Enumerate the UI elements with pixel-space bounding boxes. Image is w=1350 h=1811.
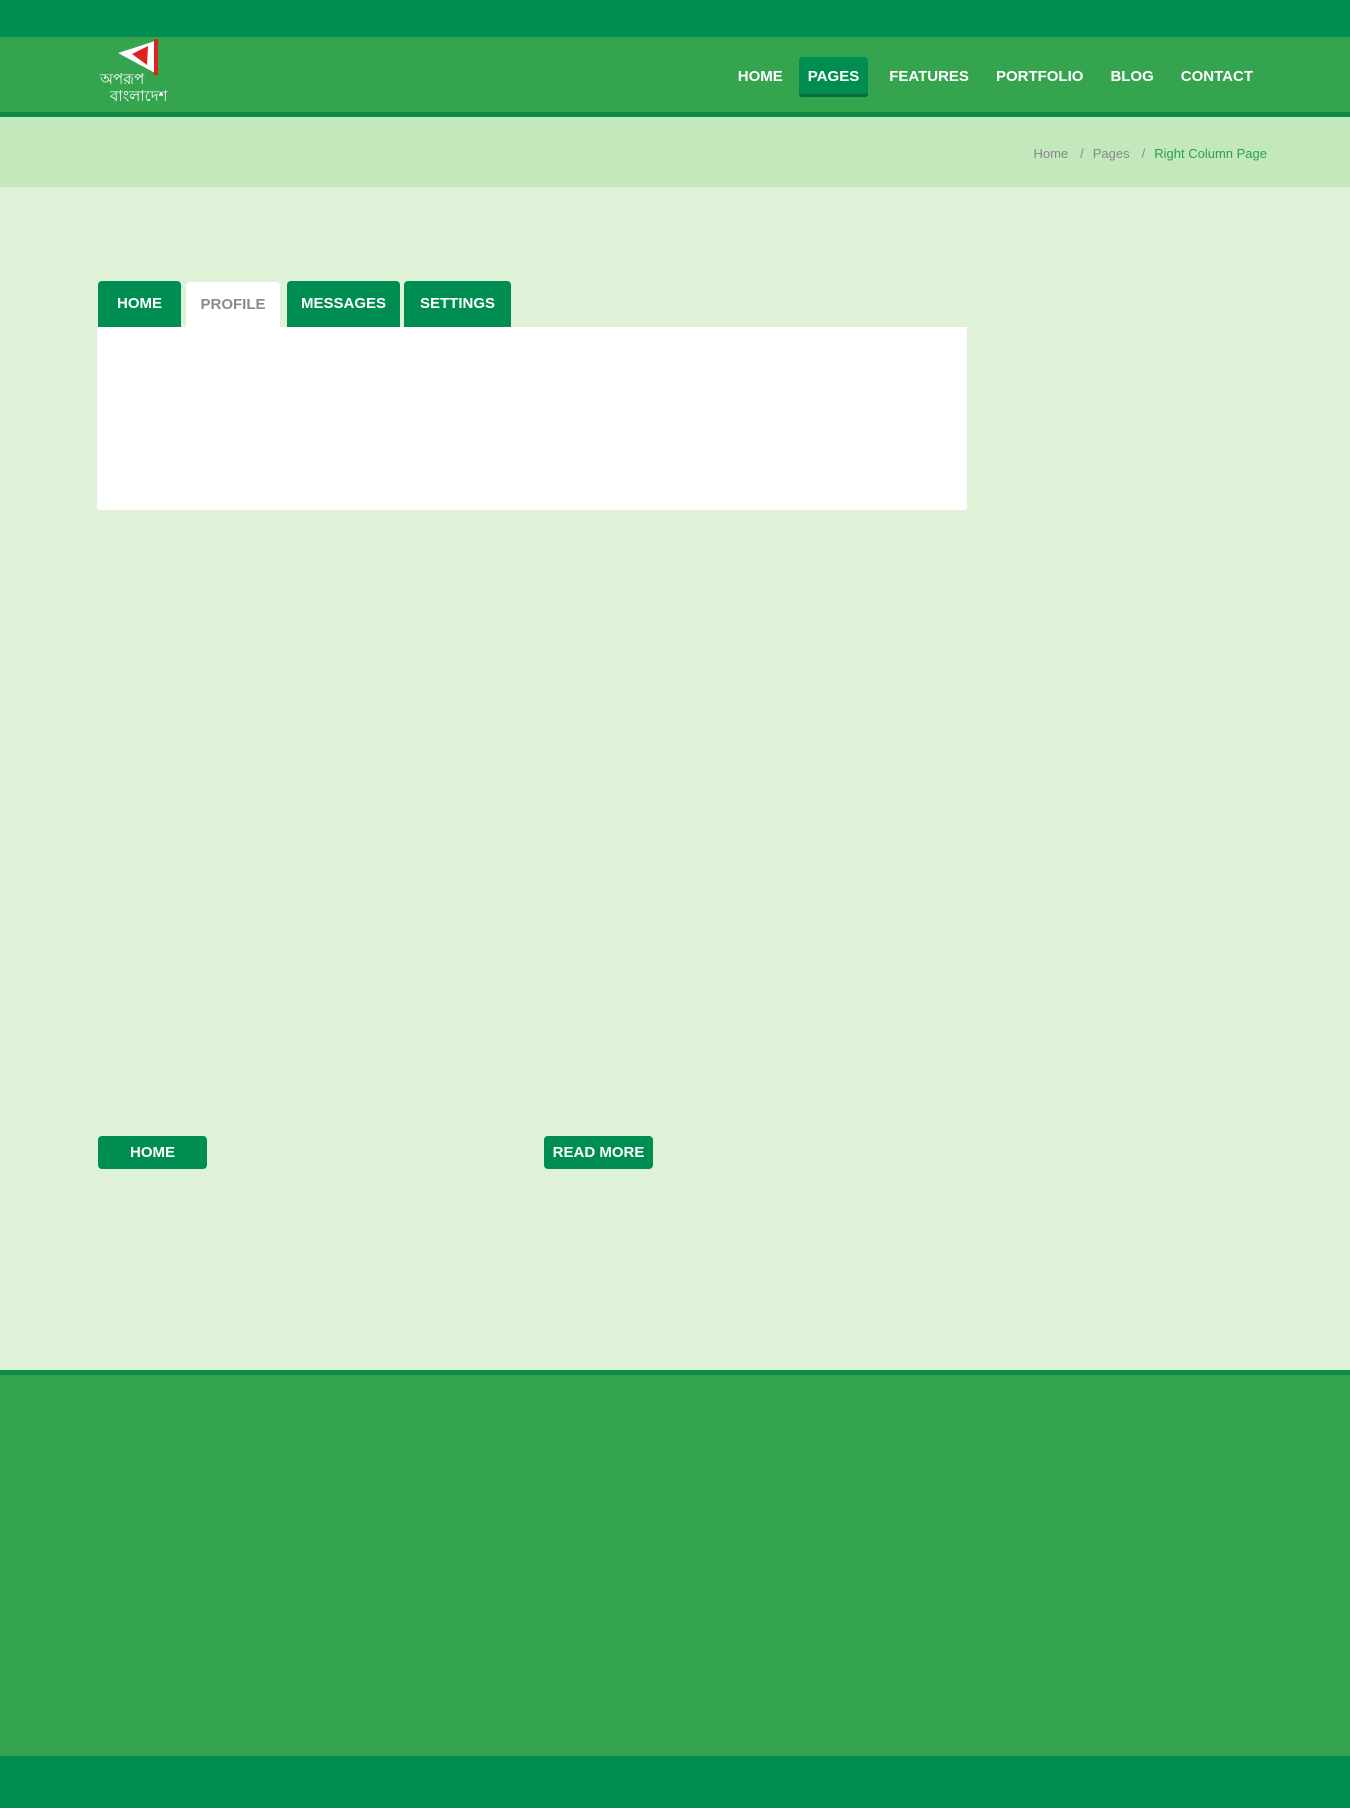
site-logo[interactable]: অপরূপ বাংলাদেশ <box>100 37 178 111</box>
breadcrumb-home[interactable]: Home <box>1033 146 1068 161</box>
breadcrumb-separator: / <box>1141 146 1146 161</box>
bottom-bar <box>0 1756 1350 1808</box>
main-nav: HOME PAGES FEATURES PORTFOLIO BLOG CONTA… <box>721 57 1263 97</box>
tab-messages[interactable]: MESSAGES <box>287 281 400 327</box>
logo-text: অপরূপ বাংলাদেশ <box>100 71 178 105</box>
nav-item-contact[interactable]: CONTACT <box>1171 57 1263 97</box>
nav-item-home[interactable]: HOME <box>728 57 793 97</box>
logo-text-line1: অপরূপ <box>100 70 145 88</box>
home-button[interactable]: HOME <box>98 1136 207 1169</box>
breadcrumb-pages[interactable]: Pages <box>1093 146 1130 161</box>
tab-home[interactable]: HOME <box>98 281 181 327</box>
top-strip <box>0 0 1350 37</box>
breadcrumb-separator: / <box>1080 146 1084 161</box>
tab-settings[interactable]: SETTINGS <box>404 281 511 327</box>
breadcrumb: Home / Pages / Right Column Page <box>1033 146 1267 161</box>
nav-item-pages[interactable]: PAGES <box>798 57 869 97</box>
nav-item-blog[interactable]: BLOG <box>1100 57 1163 97</box>
tab-profile[interactable]: PROFILE <box>186 282 280 328</box>
tab-panel <box>97 327 967 510</box>
nav-item-portfolio[interactable]: PORTFOLIO <box>986 57 1094 97</box>
nav-item-features[interactable]: FEATURES <box>879 57 979 97</box>
breadcrumb-current: Right Column Page <box>1154 146 1267 161</box>
site-footer <box>0 1375 1350 1756</box>
logo-text-line2: বাংলাদেশ <box>110 87 168 105</box>
read-more-button[interactable]: READ MORE <box>544 1136 653 1169</box>
